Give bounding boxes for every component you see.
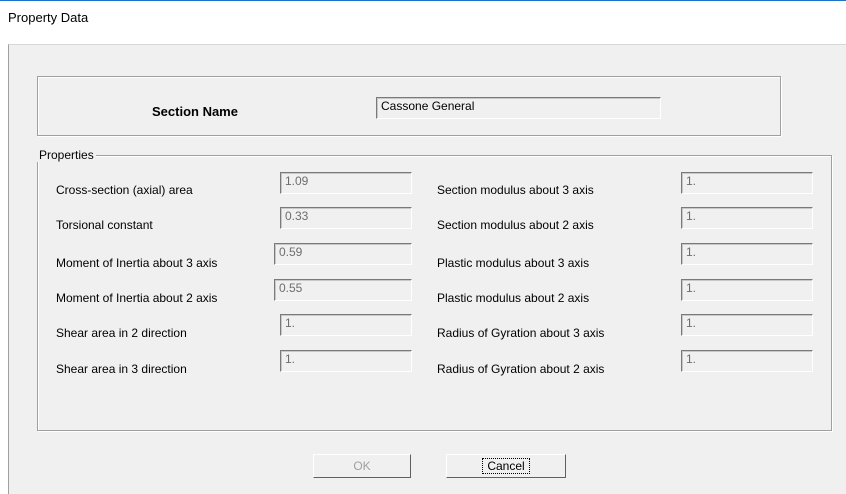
gyration-2-field[interactable]: 1. [681, 350, 813, 372]
axial-area-field[interactable]: 1.09 [280, 172, 412, 194]
gyration-2-label: Radius of Gyration about 2 axis [437, 362, 605, 376]
section-modulus-3-field[interactable]: 1. [681, 172, 813, 194]
inertia-3-field[interactable]: 0.59 [274, 243, 412, 265]
section-name-field[interactable]: Cassone General [376, 97, 661, 119]
torsional-constant-label: Torsional constant [56, 218, 153, 232]
section-modulus-3-label: Section modulus about 3 axis [437, 183, 594, 197]
cancel-button[interactable]: Cancel [446, 454, 566, 478]
ok-button[interactable]: OK [313, 454, 411, 478]
section-modulus-2-field[interactable]: 1. [681, 207, 813, 229]
shear-area-2-field[interactable]: 1. [280, 314, 412, 336]
cancel-button-label: Cancel [482, 458, 530, 474]
shear-area-3-label: Shear area in 3 direction [56, 362, 187, 376]
inertia-2-field[interactable]: 0.55 [274, 279, 412, 301]
gyration-3-label: Radius of Gyration about 3 axis [437, 326, 605, 340]
window-border [0, 0, 846, 1]
inertia-2-label: Moment of Inertia about 2 axis [56, 291, 218, 305]
gyration-3-field[interactable]: 1. [681, 314, 813, 336]
plastic-modulus-3-label: Plastic modulus about 3 axis [437, 256, 590, 270]
inertia-3-label: Moment of Inertia about 3 axis [56, 256, 218, 270]
shear-area-2-label: Shear area in 2 direction [56, 326, 187, 340]
section-modulus-2-label: Section modulus about 2 axis [437, 218, 594, 232]
properties-group-label: Properties [37, 148, 96, 162]
plastic-modulus-2-field[interactable]: 1. [681, 279, 813, 301]
section-name-label: Section Name [152, 104, 238, 119]
axial-area-label: Cross-section (axial) area [56, 183, 193, 197]
title-bar: Property Data [0, 0, 846, 44]
torsional-constant-field[interactable]: 0.33 [280, 207, 412, 229]
shear-area-3-field[interactable]: 1. [280, 350, 412, 372]
window-title: Property Data [8, 10, 89, 25]
plastic-modulus-2-label: Plastic modulus about 2 axis [437, 291, 590, 305]
plastic-modulus-3-field[interactable]: 1. [681, 243, 813, 265]
